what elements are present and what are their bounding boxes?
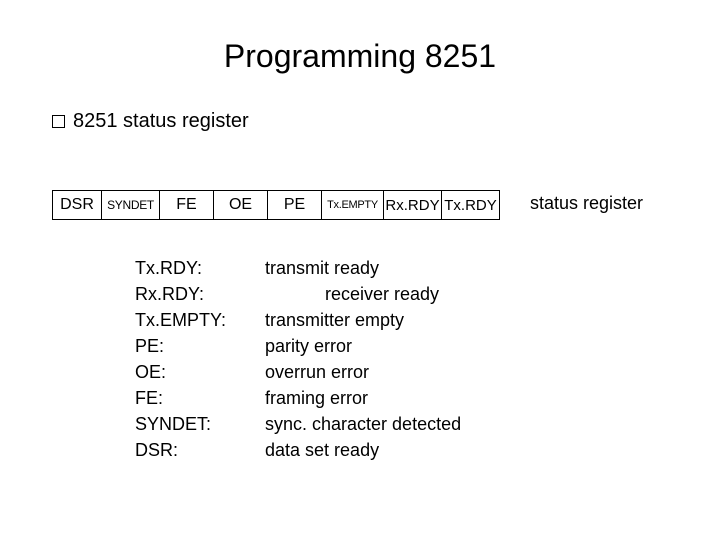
register-label: status register <box>530 193 643 214</box>
def-term: OE: <box>135 359 265 385</box>
def-row: DSR: data set ready <box>135 437 461 463</box>
def-desc: transmitter empty <box>265 307 404 333</box>
status-register-bullet: 8251 status register <box>52 110 249 133</box>
reg-cell-txrdy: Tx.RDY <box>442 190 500 220</box>
def-row: PE: parity error <box>135 333 461 359</box>
def-row: SYNDET: sync. character detected <box>135 411 461 437</box>
def-desc: framing error <box>265 385 368 411</box>
def-term: Tx.RDY: <box>135 255 265 281</box>
reg-cell-rxrdy: Rx.RDY <box>384 190 442 220</box>
def-term: SYNDET: <box>135 411 265 437</box>
def-term: Rx.RDY: <box>135 281 265 307</box>
def-term: FE: <box>135 385 265 411</box>
square-bullet-icon <box>52 115 65 128</box>
def-row: FE: framing error <box>135 385 461 411</box>
def-term: DSR: <box>135 437 265 463</box>
def-term: Tx.EMPTY: <box>135 307 265 333</box>
slide-title: Programming 8251 <box>0 38 720 75</box>
reg-cell-txempty: Tx.EMPTY <box>322 190 384 220</box>
def-term: PE: <box>135 333 265 359</box>
slide: Programming 8251 8251 status register DS… <box>0 0 720 540</box>
def-desc: receiver ready <box>265 281 439 307</box>
def-desc: parity error <box>265 333 352 359</box>
def-row: Tx.EMPTY: transmitter empty <box>135 307 461 333</box>
def-desc: sync. character detected <box>265 411 461 437</box>
def-row: Rx.RDY: receiver ready <box>135 281 461 307</box>
reg-cell-dsr: DSR <box>52 190 102 220</box>
reg-cell-oe: OE <box>214 190 268 220</box>
reg-cell-fe: FE <box>160 190 214 220</box>
def-desc: transmit ready <box>265 255 379 281</box>
reg-cell-syndet: SYNDET <box>102 190 160 220</box>
bit-definitions: Tx.RDY: transmit ready Rx.RDY: receiver … <box>135 255 461 463</box>
status-register-diagram: DSR SYNDET FE OE PE Tx.EMPTY Rx.RDY Tx.R… <box>52 190 500 220</box>
def-desc: overrun error <box>265 359 369 385</box>
bullet-text: 8251 status register <box>73 110 249 133</box>
def-desc: data set ready <box>265 437 379 463</box>
reg-cell-pe: PE <box>268 190 322 220</box>
def-row: Tx.RDY: transmit ready <box>135 255 461 281</box>
def-row: OE: overrun error <box>135 359 461 385</box>
